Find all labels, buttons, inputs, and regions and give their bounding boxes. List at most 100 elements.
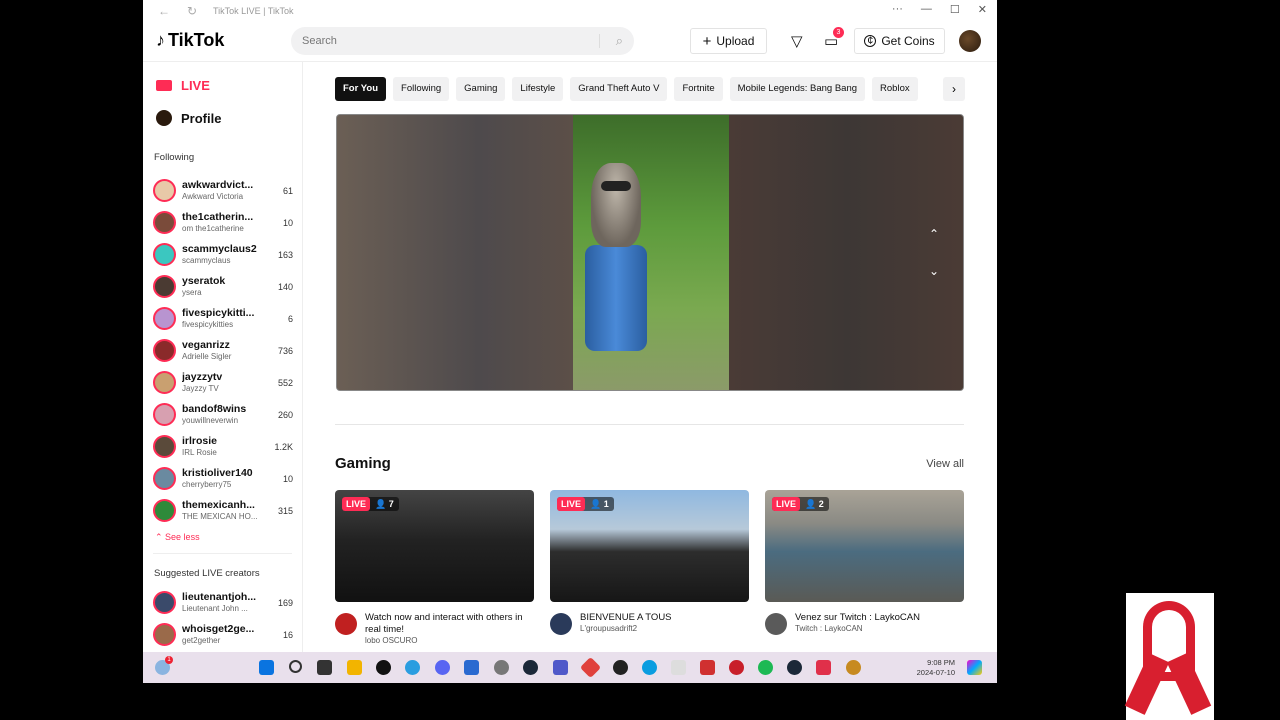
- chip-gaming[interactable]: Gaming: [456, 77, 506, 101]
- store-icon[interactable]: [464, 660, 479, 675]
- creator-name[interactable]: Twitch : LaykoCAN: [795, 624, 863, 633]
- app-icon-6[interactable]: [846, 660, 861, 675]
- close-icon[interactable]: ✕: [978, 3, 987, 16]
- creator-avatar[interactable]: [765, 613, 787, 635]
- title-bar: ← ↻ TikTok LIVE | TikTok ··· — ☐ ✕: [143, 0, 997, 22]
- teams-icon[interactable]: [553, 660, 568, 675]
- following-item[interactable]: jayzzytv Jayzzy TV 552: [153, 368, 295, 400]
- stream-title[interactable]: BIENVENUE A TOUS: [580, 612, 750, 624]
- user-avatar: [153, 307, 176, 330]
- send-icon[interactable]: ▽: [791, 32, 803, 50]
- search-divider: [599, 34, 600, 48]
- live-player[interactable]: ⌃ ⌄: [336, 114, 964, 391]
- viewer-count: 6: [287, 314, 293, 324]
- following-item[interactable]: yseratok ysera 140: [153, 272, 295, 304]
- live-thumbnail[interactable]: LIVE 👤 2: [765, 490, 964, 602]
- live-thumbnail[interactable]: LIVE 👤 1: [550, 490, 749, 602]
- stream-title[interactable]: Watch now and interact with others in re…: [365, 612, 535, 636]
- following-item[interactable]: scammyclaus2 scammyclaus 163: [153, 240, 295, 272]
- steam-icon-2[interactable]: [787, 660, 802, 675]
- see-less-link[interactable]: ⌃ See less: [155, 532, 200, 543]
- app-icon-5[interactable]: [729, 660, 744, 675]
- player-blur-left: [337, 115, 573, 390]
- app-icon-4[interactable]: [700, 660, 715, 675]
- live-card[interactable]: LIVE 👤 2 Venez sur Twitch : LaykoCAN Twitch…: [765, 490, 964, 650]
- tiktok-logo[interactable]: ♪ TikTok: [156, 30, 224, 51]
- chip-for-you[interactable]: For You: [335, 77, 387, 101]
- sidebar-item-live[interactable]: LIVE: [156, 78, 210, 93]
- view-all-link[interactable]: View all: [926, 458, 964, 470]
- discord-icon[interactable]: [435, 660, 450, 675]
- viewer-count: 315: [277, 506, 293, 516]
- window-title: TikTok LIVE | TikTok: [213, 6, 294, 16]
- reload-icon[interactable]: ↻: [185, 4, 199, 18]
- app-icon[interactable]: [579, 656, 602, 679]
- creator-avatar[interactable]: [550, 613, 572, 635]
- viewer-count: 16: [282, 630, 293, 640]
- live-thumbnail[interactable]: LIVE 👤 7: [335, 490, 534, 602]
- chip-fortnite[interactable]: Fortnite: [674, 77, 723, 101]
- following-item[interactable]: fivespicykitti... fivespicykitties 6: [153, 304, 295, 336]
- steam-icon[interactable]: [523, 660, 538, 675]
- user-avatar[interactable]: [959, 30, 981, 52]
- tiktok-taskbar-icon[interactable]: [376, 660, 391, 675]
- following-item[interactable]: veganrizz Adrielle Sigler 736: [153, 336, 295, 368]
- following-item[interactable]: the1catherin... om the1catherine 10: [153, 208, 295, 240]
- following-item[interactable]: kristioliver140 cherryberry75 10: [153, 464, 295, 496]
- following-item[interactable]: awkwardvict... Awkward Victoria 61: [153, 176, 295, 208]
- chip-lifestyle[interactable]: Lifestyle: [512, 77, 564, 101]
- search-icon[interactable]: ⌕: [616, 33, 623, 49]
- live-label: LIVE: [181, 78, 210, 93]
- copilot-icon[interactable]: [967, 660, 982, 675]
- suggested-list: lieutenantjoh... Lieutenant John ... 169 wh…: [153, 588, 295, 652]
- live-card[interactable]: LIVE 👤 1 BIENVENUE A TOUS L'groupusadrift2: [550, 490, 749, 650]
- system-clock[interactable]: 9:08 PM 2024-07-10: [917, 658, 955, 678]
- chip-roblox[interactable]: Roblox: [872, 77, 918, 101]
- following-item[interactable]: themexicanh... THE MEXICAN HO... 315: [153, 496, 295, 528]
- user-name: jayzzytv: [182, 371, 223, 383]
- chevron-down-icon[interactable]: ⌄: [922, 259, 946, 283]
- suggested-item[interactable]: whoisget2ge... get2gether 16: [153, 620, 295, 652]
- viewer-count: 163: [277, 250, 293, 260]
- file-explorer-icon[interactable]: [347, 660, 362, 675]
- section-divider: [335, 424, 964, 425]
- sidebar-item-profile[interactable]: Profile: [156, 110, 221, 126]
- app-icon-3[interactable]: [671, 660, 686, 675]
- user-display-name: IRL Rosie: [182, 448, 217, 457]
- sidebar-divider: [153, 553, 292, 554]
- stream-title[interactable]: Venez sur Twitch : LaykoCAN: [795, 612, 965, 624]
- creator-name[interactable]: L'groupusadrift2: [580, 624, 637, 633]
- more-icon[interactable]: ···: [892, 3, 903, 16]
- suggested-item[interactable]: lieutenantjoh... Lieutenant John ... 169: [153, 588, 295, 620]
- chip-mobile-legends-bang-bang[interactable]: Mobile Legends: Bang Bang: [729, 77, 866, 101]
- creator-avatar[interactable]: [335, 613, 357, 635]
- start-icon[interactable]: [259, 660, 274, 675]
- chevron-up-icon[interactable]: ⌃: [922, 222, 946, 246]
- live-card[interactable]: LIVE 👤 7 Watch now and interact with other…: [335, 490, 534, 650]
- creator-name[interactable]: lobo OSCURO: [365, 636, 417, 645]
- maximize-icon[interactable]: ☐: [950, 3, 960, 16]
- following-item[interactable]: bandof8wins youwillneverwin 260: [153, 400, 295, 432]
- tiktok-studio-icon[interactable]: [816, 660, 831, 675]
- user-avatar: [153, 499, 176, 522]
- search-taskbar-icon[interactable]: [289, 660, 302, 673]
- app-icon-2[interactable]: [642, 660, 657, 675]
- chips-next-icon[interactable]: ›: [943, 77, 965, 101]
- tiktok-live-icon[interactable]: [613, 660, 628, 675]
- get-coins-button[interactable]: ¢ Get Coins: [854, 28, 945, 54]
- settings-icon[interactable]: [494, 660, 509, 675]
- viewer-count: 10: [282, 474, 293, 484]
- edge-icon[interactable]: [405, 660, 420, 675]
- following-item[interactable]: irlrosie IRL Rosie 1.2K: [153, 432, 295, 464]
- chip-grand-theft-auto-v[interactable]: Grand Theft Auto V: [570, 77, 668, 101]
- upload-button[interactable]: + Upload: [690, 28, 767, 54]
- coin-icon: ¢: [864, 35, 877, 47]
- spotify-icon[interactable]: [758, 660, 773, 675]
- minimize-icon[interactable]: —: [921, 3, 932, 16]
- search-input[interactable]: [291, 35, 591, 47]
- task-view-icon[interactable]: [317, 660, 332, 675]
- back-icon[interactable]: ←: [157, 4, 171, 18]
- live-badge: LIVE 👤 2: [772, 497, 829, 511]
- user-avatar: [153, 243, 176, 266]
- chip-following[interactable]: Following: [393, 77, 450, 101]
